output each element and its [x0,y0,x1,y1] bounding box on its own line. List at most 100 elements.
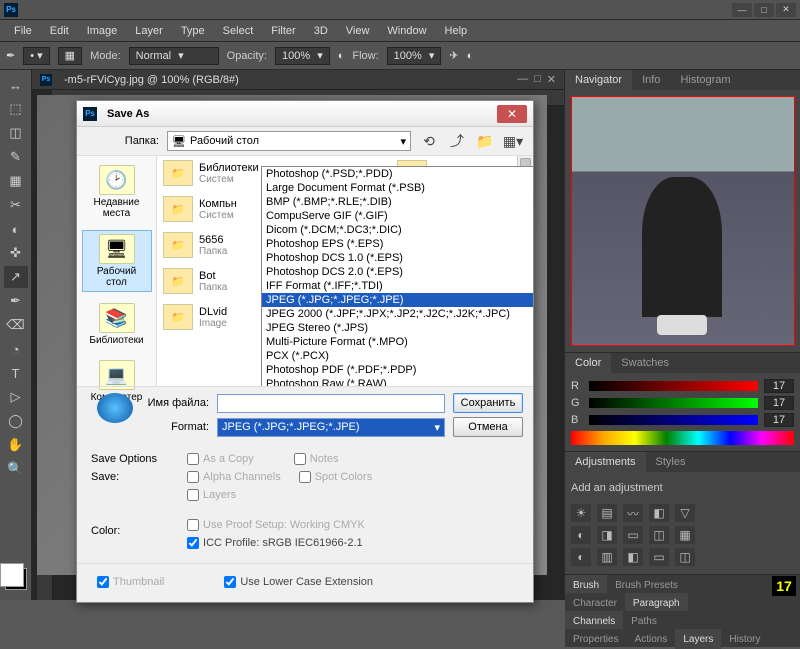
r-slider[interactable] [589,381,758,391]
lookup-icon[interactable]: ▦ [675,526,695,544]
brightness-icon[interactable]: ☀ [571,504,591,522]
folder-dropdown[interactable]: 🖥 Рабочий стол ▾ [167,131,411,151]
panel-tab-paths[interactable]: Paths [623,611,665,631]
format-option[interactable]: IFF Format (*.IFF;*.TDI) [262,279,533,293]
tool-3[interactable]: ✎ [4,146,28,168]
up-icon[interactable]: ⤴ [447,131,467,151]
hue-icon[interactable]: ◐ [571,526,591,544]
format-dropdown-list[interactable]: Photoshop (*.PSD;*.PDD)Large Document Fo… [261,166,533,386]
tool-5[interactable]: ✂ [4,194,28,216]
file-item[interactable]: 📁5656Папка [163,232,259,258]
pressure-size-icon[interactable]: ◐ [467,50,474,62]
file-item[interactable]: 📁БиблиотекиСистем [163,160,259,186]
panel-tab-info[interactable]: Info [632,70,670,90]
vibrance-icon[interactable]: ▽ [675,504,695,522]
g-value[interactable]: 17 [764,396,794,410]
b-slider[interactable] [589,415,758,425]
g-slider[interactable] [589,398,758,408]
panel-tab-color[interactable]: Color [565,353,611,373]
maximize-button[interactable]: □ [754,3,774,17]
menu-file[interactable]: File [6,23,40,39]
menu-filter[interactable]: Filter [263,23,303,39]
panel-tab-navigator[interactable]: Navigator [565,70,632,90]
spot-checkbox[interactable]: Spot Colors [299,471,372,483]
format-option[interactable]: JPEG (*.JPG;*.JPEG;*.JPE) [262,293,533,307]
format-option[interactable]: BMP (*.BMP;*.RLE;*.DIB) [262,195,533,209]
flow-field[interactable]: 100% ▾ [387,47,442,65]
menu-3d[interactable]: 3D [306,23,336,39]
save-button[interactable]: Сохранить [453,393,523,413]
panel-tab-history[interactable]: History [721,629,768,649]
photo-filter-icon[interactable]: ▭ [623,526,643,544]
format-option[interactable]: PCX (*.PCX) [262,349,533,363]
filename-input[interactable] [217,394,445,413]
place-0[interactable]: 🕑Недавние места [82,162,152,222]
tool-11[interactable]: ◔ [4,338,28,360]
format-option[interactable]: Large Document Format (*.PSB) [262,181,533,195]
file-item[interactable]: 📁BotПапка [163,268,259,294]
tool-16[interactable]: 🔍 [4,458,28,480]
color-swatches[interactable] [5,568,27,590]
cancel-button[interactable]: Отмена [453,417,523,437]
minimize-button[interactable]: — [732,3,752,17]
file-item[interactable]: 📁КомпьнСистем [163,196,259,222]
panel-tab-styles[interactable]: Styles [646,452,696,472]
tool-9[interactable]: ✒ [4,290,28,312]
invert-icon[interactable]: ◐ [571,548,591,566]
curves-icon[interactable]: 〰 [623,504,643,522]
brush-preset[interactable]: • ▾ [23,47,49,65]
format-option[interactable]: JPEG 2000 (*.JPF;*.JPX;*.JP2;*.J2C;*.J2K… [262,307,533,321]
levels-icon[interactable]: ▤ [597,504,617,522]
doc-maximize-icon[interactable]: □ [534,73,541,86]
panel-tab-channels[interactable]: Channels [565,611,623,631]
panel-tab-layers[interactable]: Layers [675,629,721,649]
tool-14[interactable]: ◯ [4,410,28,432]
place-1[interactable]: 🖥Рабочий стол [82,230,152,292]
icc-checkbox[interactable]: ICC Profile: sRGB IEC61966-2.1 [187,537,519,549]
file-list[interactable]: 📁БиблиотекиСистем 📁КомпьнСистем 📁5656Папка… [157,156,533,386]
tool-8[interactable]: ↗ [4,266,28,288]
back-icon[interactable]: ⟲ [419,131,439,151]
menu-help[interactable]: Help [437,23,476,39]
tool-1[interactable]: ⬚ [4,98,28,120]
format-option[interactable]: Photoshop Raw (*.RAW) [262,377,533,386]
r-value[interactable]: 17 [764,379,794,393]
b-value[interactable]: 17 [764,413,794,427]
threshold-icon[interactable]: ◧ [623,548,643,566]
doc-minimize-icon[interactable]: — [517,73,528,86]
format-option[interactable]: Photoshop DCS 2.0 (*.EPS) [262,265,533,279]
menu-window[interactable]: Window [379,23,434,39]
menu-type[interactable]: Type [173,23,213,39]
format-option[interactable]: Photoshop PDF (*.PDF;*.PDP) [262,363,533,377]
proof-checkbox[interactable]: Use Proof Setup: Working CMYK [187,519,519,531]
menu-view[interactable]: View [338,23,378,39]
notes-checkbox[interactable]: Notes [294,453,339,465]
navigator-thumbnail[interactable] [571,96,795,346]
file-item[interactable]: 📁DLvidImage [163,304,259,330]
tool-2[interactable]: ◫ [4,122,28,144]
pressure-opacity-icon[interactable]: ◐ [338,50,345,62]
dialog-titlebar[interactable]: Ps Save As ✕ [77,101,533,127]
doc-close-icon[interactable]: ✕ [547,73,556,86]
mode-dropdown[interactable]: Normal ▾ [129,47,219,65]
channel-mixer-icon[interactable]: ◫ [649,526,669,544]
panel-tab-brush-presets[interactable]: Brush Presets [607,575,686,595]
panel-tab-character[interactable]: Character [565,593,625,613]
color-ramp[interactable] [571,431,794,445]
document-tab[interactable]: Ps -m5-rFViCyg.jpg @ 100% (RGB/8#) — □ ✕ [32,70,564,90]
tool-10[interactable]: ⌫ [4,314,28,336]
tool-12[interactable]: T [4,362,28,384]
panel-tab-properties[interactable]: Properties [565,629,627,649]
format-dropdown[interactable]: JPEG (*.JPG;*.JPEG;*.JPE)▾ [217,418,445,437]
tool-6[interactable]: ◐ [4,218,28,240]
place-2[interactable]: 📚Библиотеки [82,300,152,349]
as-copy-checkbox[interactable]: As a Copy [187,453,254,465]
panel-tab-actions[interactable]: Actions [627,629,676,649]
tool-13[interactable]: ▷ [4,386,28,408]
menu-layer[interactable]: Layer [127,23,171,39]
format-option[interactable]: Photoshop EPS (*.EPS) [262,237,533,251]
menu-select[interactable]: Select [215,23,262,39]
layers-checkbox[interactable]: Layers [187,489,519,501]
thumbnail-checkbox[interactable]: Thumbnail [97,576,164,588]
view-menu-icon[interactable]: ▦▾ [503,131,523,151]
